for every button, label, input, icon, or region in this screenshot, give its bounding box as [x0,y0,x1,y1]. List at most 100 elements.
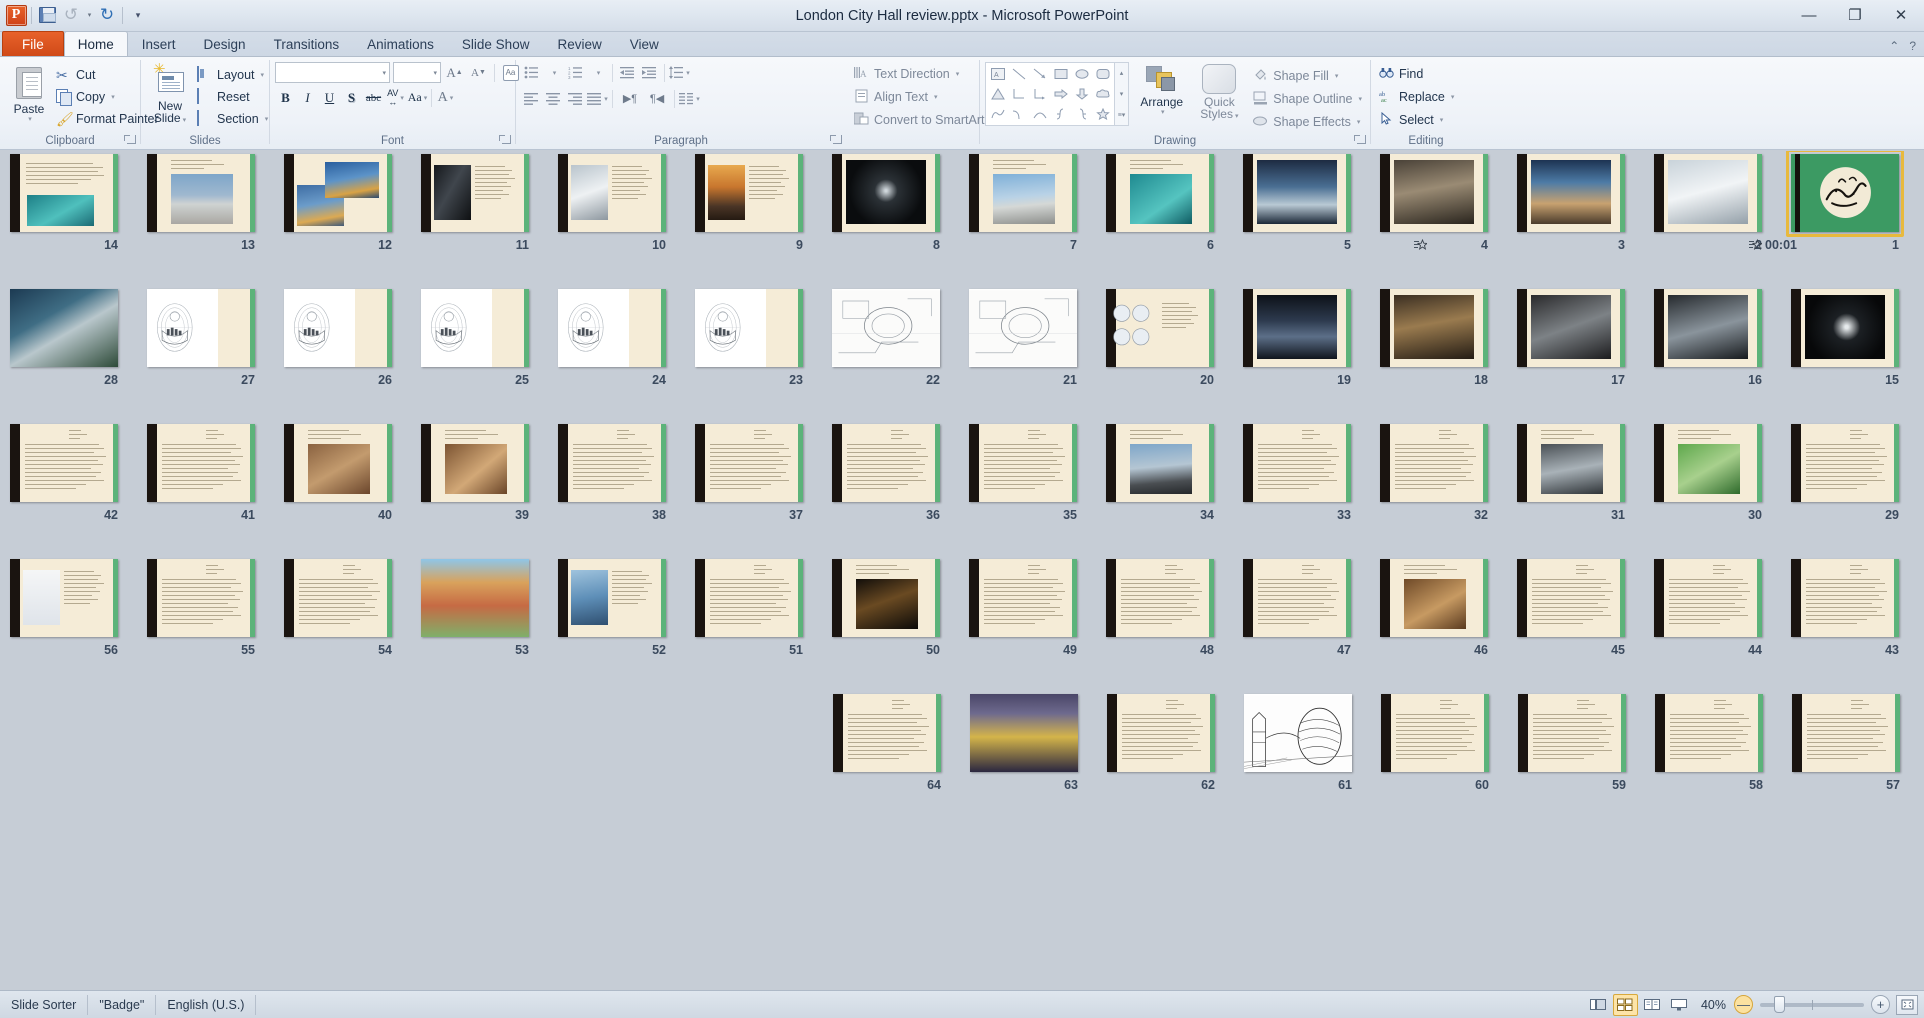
slide-thumbnail-13[interactable] [147,154,255,232]
slide-canvas[interactable] [1517,559,1625,637]
slide-thumbnail-5[interactable] [1243,154,1351,232]
slide-thumbnail-33[interactable] [1243,424,1351,502]
zoom-slider-handle[interactable] [1774,995,1785,1013]
slide-canvas[interactable] [421,154,529,232]
slide-thumbnail-14[interactable] [10,154,118,232]
slide-thumbnail-28[interactable] [10,289,118,367]
slide-thumbnail-1[interactable] [1786,151,1904,237]
slide-thumbnail-38[interactable] [558,424,666,502]
slide-canvas[interactable] [1106,289,1214,367]
fit-to-window-button[interactable] [1896,994,1918,1015]
slide-thumbnail-8[interactable] [832,154,940,232]
status-theme-name[interactable]: "Badge" [88,994,157,1015]
customize-qat-icon[interactable]: ▾ [126,3,150,27]
slide-thumbnail-6[interactable] [1106,154,1214,232]
zoom-slider-track[interactable] [1760,995,1864,1013]
slide-canvas[interactable] [284,154,392,232]
bullets-button[interactable] [521,62,542,83]
slide-canvas[interactable] [1654,154,1762,232]
slide-canvas[interactable] [1792,694,1900,772]
slide-thumbnail-36[interactable] [832,424,940,502]
rtl-button[interactable]: ¶◀ [644,88,670,109]
slide-canvas[interactable] [695,424,803,502]
slide-canvas[interactable] [1655,694,1763,772]
slide-canvas[interactable] [284,559,392,637]
shapes-scroll-down-icon[interactable]: ▾ [1115,84,1128,104]
slide-canvas[interactable] [695,154,803,232]
new-slide-button[interactable]: ✳ New Slide ▾ [146,60,194,129]
slide-sorter-workspace[interactable]: 14 13 12 11 10 9 8 7 6 5 4 3 2 1 00:01 28 27 26 25 24 23 22 21… [0,151,1924,990]
shape-right-arrow-icon[interactable] [1050,84,1071,104]
slide-thumbnail-58[interactable] [1655,694,1763,772]
slide-thumbnail-11[interactable] [421,154,529,232]
shapes-more-icon[interactable]: ≡▾ [1115,105,1128,125]
slide-thumbnail-62[interactable] [1107,694,1215,772]
slide-thumbnail-46[interactable] [1380,559,1488,637]
columns-button[interactable]: ▾ [679,88,700,109]
slide-thumbnail-59[interactable] [1518,694,1626,772]
slide-canvas[interactable] [1106,424,1214,502]
bullets-caret-icon[interactable]: ▾ [543,62,564,83]
view-slide-sorter-button[interactable] [1612,993,1638,1016]
slide-canvas[interactable] [1243,289,1351,367]
section-button[interactable]: Section ▾ [194,108,271,129]
tab-review[interactable]: Review [543,31,615,56]
convert-to-smartart-button[interactable]: Convert to SmartArt▾ [851,109,997,130]
slide-canvas[interactable] [10,424,118,502]
tab-insert[interactable]: Insert [128,31,190,56]
slide-canvas[interactable] [1243,559,1351,637]
slide-canvas[interactable] [147,289,255,367]
redo-icon[interactable]: ↻ [95,3,119,27]
slide-canvas[interactable] [832,559,940,637]
slide-thumbnail-22[interactable] [832,289,940,367]
slide-thumbnail-56[interactable] [10,559,118,637]
slide-canvas[interactable] [421,289,529,367]
slide-thumbnail-9[interactable] [695,154,803,232]
find-button[interactable]: Find [1376,63,1426,84]
shape-down-arrow-icon[interactable] [1071,84,1092,104]
slide-thumbnail-53[interactable] [421,559,529,637]
shape-effects-button[interactable]: Shape Effects ▾ [1250,111,1365,132]
shape-textbox-icon[interactable]: A [987,64,1008,84]
slide-thumbnail-54[interactable] [284,559,392,637]
slide-thumbnail-23[interactable] [695,289,803,367]
undo-dropdown-icon[interactable]: ▾ [83,3,95,27]
slide-thumbnail-26[interactable] [284,289,392,367]
slide-thumbnail-39[interactable] [421,424,529,502]
slide-thumbnail-7[interactable] [969,154,1077,232]
slide-canvas[interactable] [1244,694,1352,772]
slide-thumbnail-16[interactable] [1654,289,1762,367]
zoom-level-label[interactable]: 40% [1693,998,1734,1012]
slide-canvas[interactable] [284,424,392,502]
shape-elbow-connector-icon[interactable] [1008,84,1029,104]
shape-left-brace-icon[interactable] [1050,104,1071,124]
slide-thumbnail-47[interactable] [1243,559,1351,637]
slide-thumbnail-35[interactable] [969,424,1077,502]
slide-thumbnail-50[interactable] [832,559,940,637]
slide-canvas[interactable] [1381,694,1489,772]
undo-icon[interactable]: ↺ [59,3,83,27]
help-icon[interactable]: ? [1909,39,1916,53]
paragraph-dialog-launcher[interactable] [830,135,842,144]
slide-thumbnail-34[interactable] [1106,424,1214,502]
shapes-scroll-up-icon[interactable]: ▴ [1115,63,1128,83]
slide-thumbnail-29[interactable] [1791,424,1899,502]
slide-transition-icon[interactable] [1414,238,1429,254]
slide-canvas[interactable] [147,424,255,502]
increase-indent-button[interactable] [639,62,660,83]
replace-button[interactable]: ab ac Replace ▾ [1376,86,1457,107]
slide-canvas[interactable] [1654,289,1762,367]
paste-caret-icon[interactable]: ▾ [28,115,32,123]
shape-curve-icon[interactable] [1029,104,1050,124]
slide-transition-icon[interactable] [1749,238,1764,254]
align-center-button[interactable] [543,88,564,109]
slide-thumbnail-48[interactable] [1106,559,1214,637]
shape-fill-button[interactable]: Shape Fill ▾ [1250,65,1365,86]
bold-button[interactable]: B [275,87,296,108]
numbering-caret-icon[interactable]: ▾ [587,62,608,83]
slide-thumbnail-37[interactable] [695,424,803,502]
character-spacing-button[interactable]: AV ↔ ▾ [385,87,406,108]
justify-button[interactable]: ▾ [587,88,608,109]
slide-thumbnail-21[interactable] [969,289,1077,367]
slide-thumbnail-20[interactable] [1106,289,1214,367]
